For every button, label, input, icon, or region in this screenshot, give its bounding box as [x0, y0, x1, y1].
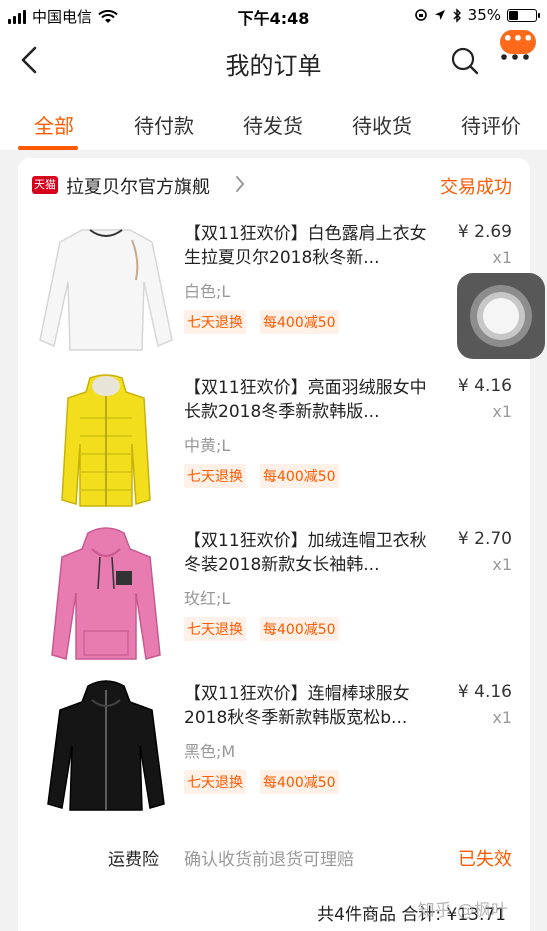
tab-pending-payment[interactable]: 待付款 — [134, 110, 194, 139]
item-price: ¥ 4.16 — [457, 682, 512, 702]
active-tab-indicator — [18, 146, 78, 150]
tab-pending-review[interactable]: 待评价 — [461, 110, 521, 139]
status-bar: 中国电信 下午4:48 35% — [0, 0, 547, 30]
white-top-thumbnail — [39, 229, 173, 351]
item-price: ¥ 2.69 — [457, 222, 512, 242]
battery-fill — [509, 10, 518, 20]
assistive-touch-button[interactable] — [457, 273, 545, 359]
shop-name[interactable]: 拉夏贝尔官方旗舰 — [66, 173, 210, 199]
order-item[interactable]: 【双11狂欢价】亮面羽绒服女中长款2018冬季新款韩版... 中黄;L 七天退换… — [18, 370, 530, 522]
shipping-insurance-row[interactable]: 运费险 确认收货前退货可理赔 已失效 — [18, 838, 530, 878]
order-status: 交易成功 — [440, 177, 512, 198]
pink-hoodie-thumbnail — [51, 527, 161, 660]
order-card[interactable]: 天猫 拉夏贝尔官方旗舰 交易成功 【双11狂欢价】白色露肩上衣女生拉夏贝尔201… — [18, 158, 530, 931]
order-total-row: 共4件商品 合计: ¥13.71 知乎 @枫叶 — [18, 894, 530, 931]
order-item[interactable]: 【双11狂欢价】白色露肩上衣女生拉夏贝尔2018秋冬新... 白色;L 七天退换… — [18, 216, 530, 368]
order-item[interactable]: 【双11狂欢价】加绒连帽卫衣秋冬装2018新款女长袖韩... 玫红;L 七天退换… — [18, 523, 530, 675]
battery-percent: 35% — [467, 6, 501, 24]
item-sku: 中黄;L — [184, 436, 231, 455]
nav-bar: 我的订单 ••• — [0, 30, 547, 92]
message-badge[interactable]: ••• — [500, 30, 536, 54]
tmall-icon: 天猫 — [32, 176, 58, 194]
return-tag: 七天退换 — [184, 617, 246, 641]
chevron-right-icon — [236, 176, 245, 192]
item-title[interactable]: 【双11狂欢价】加绒连帽卫衣秋冬装2018新款女长袖韩... — [184, 529, 432, 577]
insurance-description: 确认收货前退货可理赔 — [184, 850, 354, 870]
return-tag: 七天退换 — [184, 770, 246, 794]
orientation-lock-icon — [414, 9, 427, 21]
discount-tag: 每400减50 — [260, 310, 339, 334]
item-quantity: x1 — [492, 248, 512, 267]
bluetooth-icon — [453, 7, 461, 23]
insurance-label: 运费险 — [108, 850, 159, 870]
order-item[interactable]: 【双11狂欢价】连帽棒球服女2018秋冬季新款韩版宽松b... 黑色;M 七天退… — [18, 676, 530, 828]
discount-tag: 每400减50 — [260, 617, 339, 641]
insurance-status: 已失效 — [458, 849, 512, 870]
return-tag: 七天退换 — [184, 464, 246, 488]
return-tag: 七天退换 — [184, 310, 246, 334]
item-quantity: x1 — [492, 555, 512, 574]
order-tabs: 全部 待付款 待发货 待收货 待评价 — [0, 92, 547, 151]
item-price: ¥ 4.16 — [457, 376, 512, 396]
discount-tag: 每400减50 — [260, 770, 339, 794]
item-title[interactable]: 【双11狂欢价】亮面羽绒服女中长款2018冬季新款韩版... — [184, 376, 432, 424]
shop-header[interactable]: 天猫 拉夏贝尔官方旗舰 交易成功 — [18, 158, 530, 210]
item-sku: 玫红;L — [184, 589, 231, 608]
discount-tag: 每400减50 — [260, 464, 339, 488]
item-price: ¥ 2.70 — [457, 529, 512, 549]
item-quantity: x1 — [492, 402, 512, 421]
tab-pending-shipment[interactable]: 待发货 — [243, 110, 303, 139]
item-sku: 黑色;M — [184, 742, 236, 761]
black-hoodie-thumbnail — [47, 680, 165, 811]
search-icon[interactable] — [450, 46, 480, 76]
item-title[interactable]: 【双11狂欢价】白色露肩上衣女生拉夏贝尔2018秋冬新... — [184, 222, 432, 270]
tab-pending-receipt[interactable]: 待收货 — [352, 110, 412, 139]
yellow-down-jacket-thumbnail — [61, 374, 151, 507]
status-right: 35% — [414, 6, 540, 24]
location-arrow-icon — [434, 10, 445, 20]
tab-all[interactable]: 全部 — [34, 110, 74, 139]
item-sku: 白色;L — [184, 282, 231, 301]
item-quantity: x1 — [492, 708, 512, 727]
item-title[interactable]: 【双11狂欢价】连帽棒球服女2018秋冬季新款韩版宽松b... — [184, 682, 432, 730]
battery-icon — [507, 8, 540, 22]
more-dots-icon[interactable] — [500, 52, 530, 62]
watermark: 知乎 @枫叶 — [417, 901, 508, 921]
